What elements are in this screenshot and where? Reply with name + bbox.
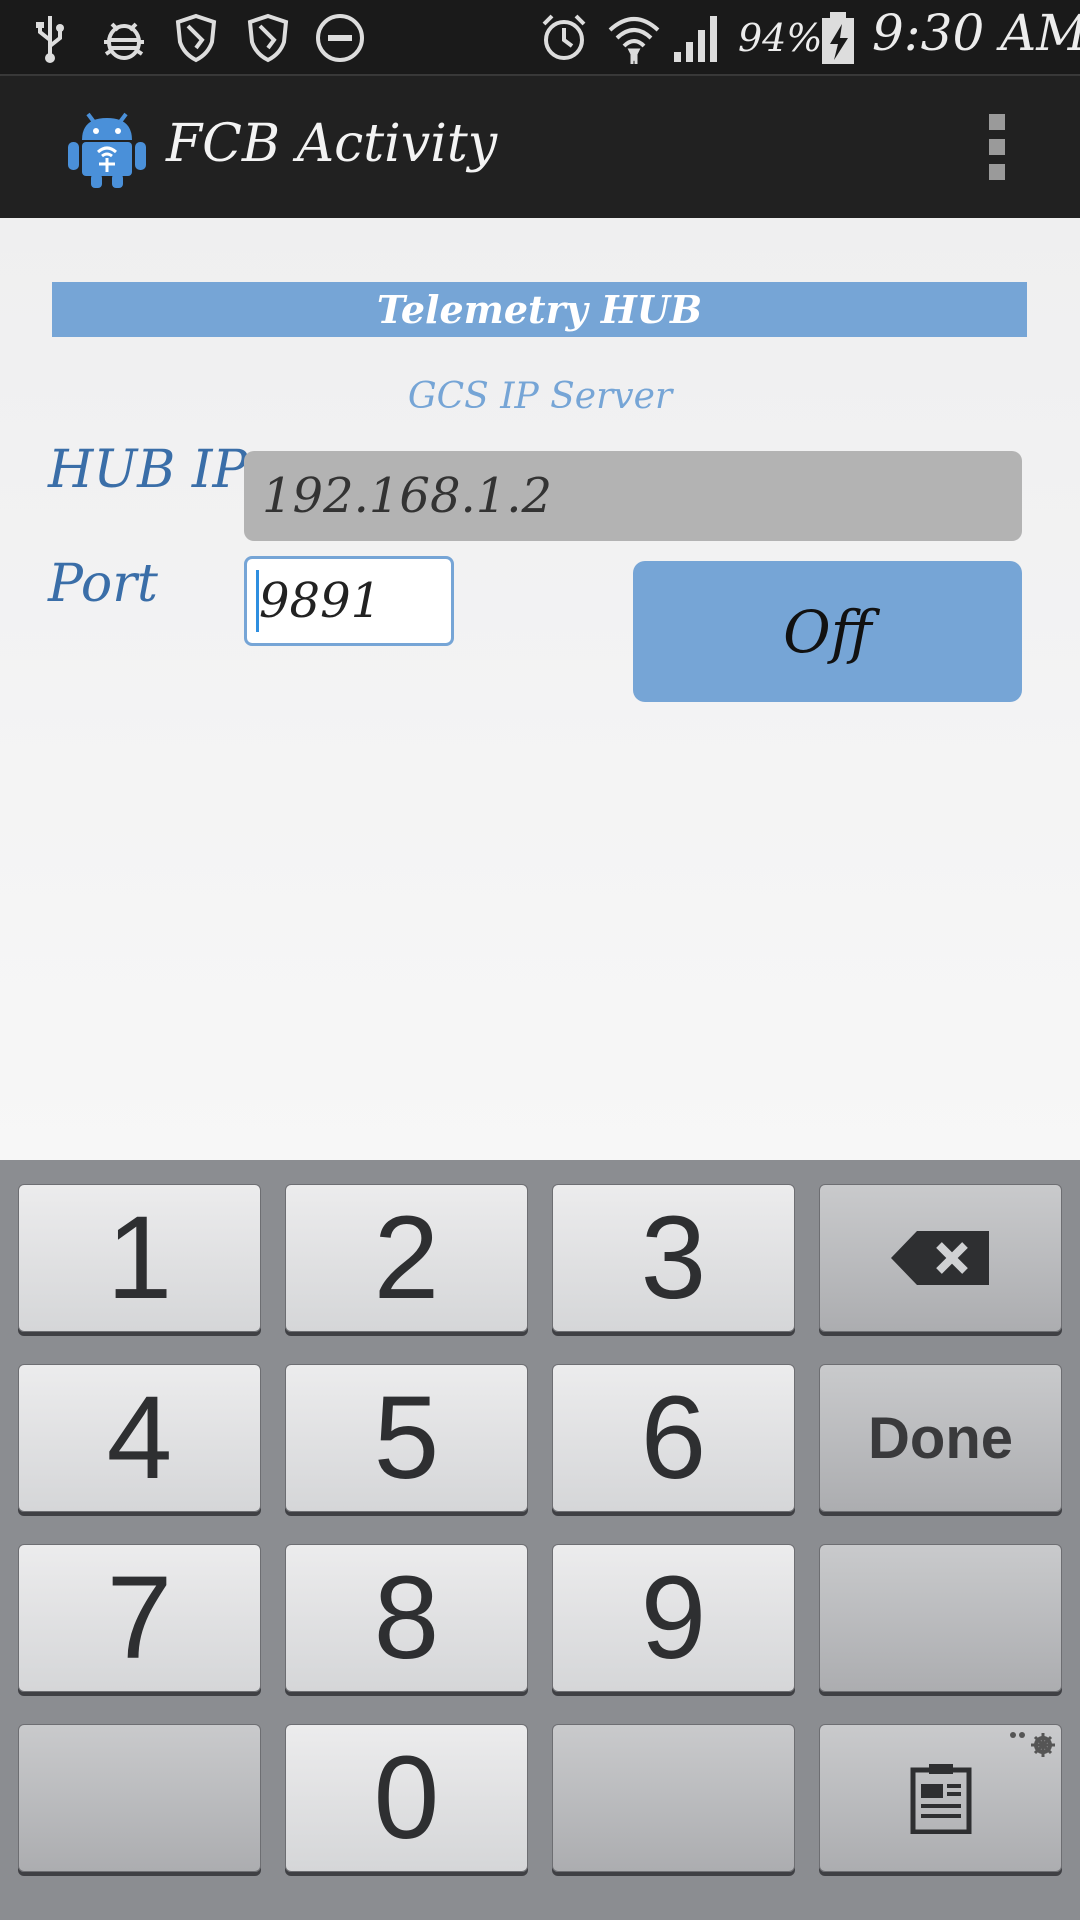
gcs-ip-server-label: GCS IP Server [407, 376, 673, 417]
shield-icon [247, 13, 289, 63]
key-0[interactable]: 0 [285, 1724, 528, 1872]
hub-ip-label: HUB IP [48, 440, 248, 500]
usb-icon [36, 16, 64, 63]
bug-icon [104, 22, 144, 60]
do-not-disturb-icon [316, 14, 364, 62]
blank-key[interactable] [552, 1724, 795, 1872]
key-6[interactable]: 6 [552, 1364, 795, 1512]
signal-icon [674, 16, 717, 62]
key-3[interactable]: 3 [552, 1184, 795, 1332]
hub-ip-field[interactable] [244, 451, 1022, 541]
shield-icon [175, 13, 217, 63]
status-bar: 94% 9:30 AM [0, 0, 1080, 76]
clock: 9:30 AM [872, 4, 1080, 62]
battery-percent: 94% [738, 16, 823, 60]
main-content: Telemetry HUB GCS IP Server HUB IP Port … [0, 218, 1080, 1160]
clipboard-icon [910, 1764, 971, 1834]
battery-charging-icon [822, 12, 854, 64]
clipboard-key[interactable] [819, 1724, 1062, 1872]
key-7[interactable]: 7 [18, 1544, 261, 1692]
android-robot-icon [68, 112, 146, 188]
alarm-icon [542, 14, 586, 60]
backspace-icon [890, 1231, 989, 1285]
numeric-keyboard: 1 2 3 4 5 6 Done 7 8 9 0 [0, 1160, 1080, 1920]
done-key[interactable]: Done [819, 1364, 1062, 1512]
key-4[interactable]: 4 [18, 1364, 261, 1512]
section-header: Telemetry HUB [52, 282, 1027, 337]
blank-key[interactable] [18, 1724, 261, 1872]
key-9[interactable]: 9 [552, 1544, 795, 1692]
backspace-key[interactable] [819, 1184, 1062, 1332]
text-cursor [256, 570, 259, 632]
overflow-menu-icon[interactable] [980, 114, 1014, 184]
settings-gear-icon [1010, 1732, 1055, 1757]
blank-key[interactable] [819, 1544, 1062, 1692]
port-input[interactable] [244, 556, 454, 646]
key-1[interactable]: 1 [18, 1184, 261, 1332]
key-2[interactable]: 2 [285, 1184, 528, 1332]
wifi-icon [608, 17, 660, 64]
key-5[interactable]: 5 [285, 1364, 528, 1512]
key-8[interactable]: 8 [285, 1544, 528, 1692]
action-bar: FCB Activity [0, 76, 1080, 218]
port-label: Port [48, 554, 158, 614]
app-title: FCB Activity [166, 114, 498, 174]
toggle-button[interactable]: Off [633, 561, 1022, 702]
